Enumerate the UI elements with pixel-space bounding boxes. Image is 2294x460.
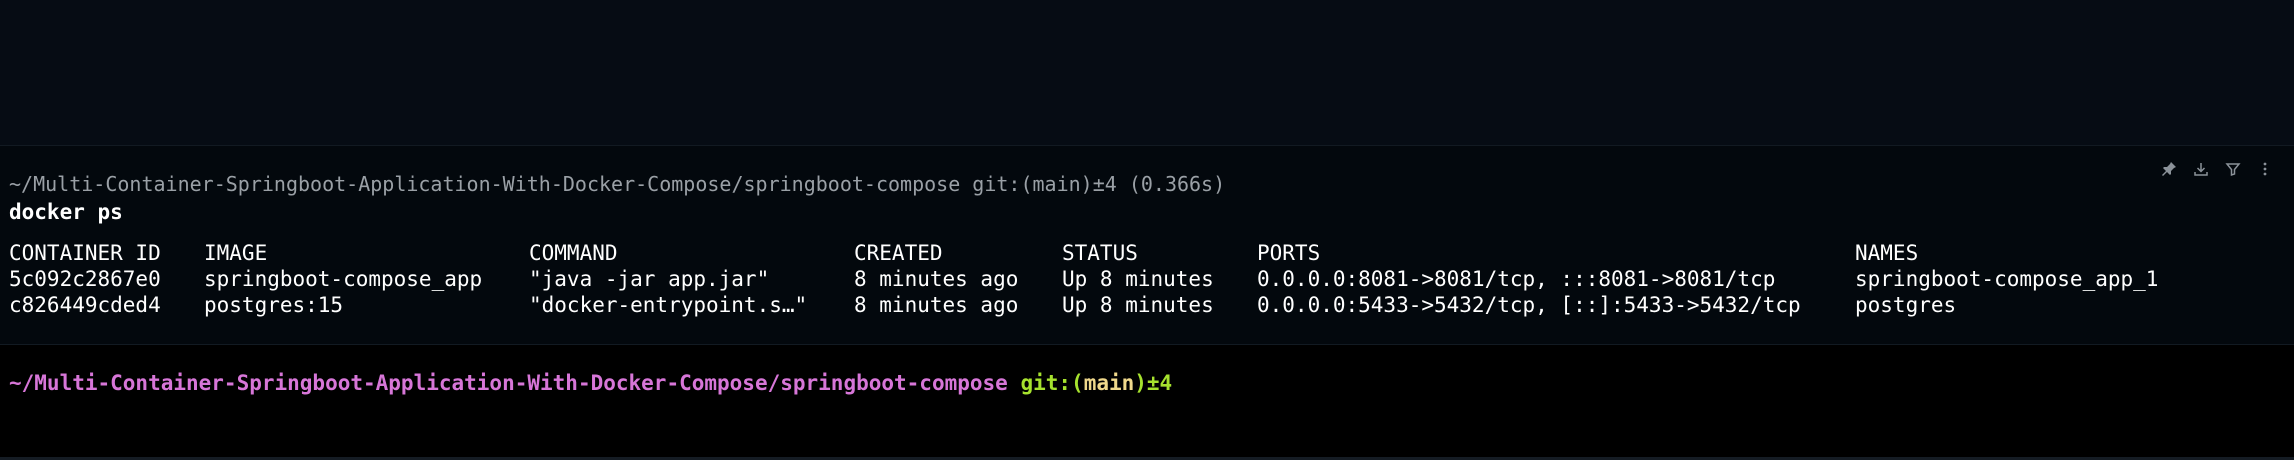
names: postgres — [1855, 293, 1957, 317]
pin-icon[interactable] — [2160, 160, 2178, 178]
ports: 0.0.0.0:8081->8081/tcp, :::8081->8081/tc… — [1257, 267, 1776, 291]
header-image: IMAGE — [204, 241, 268, 265]
block-toolbar — [2160, 160, 2274, 178]
table-row: 5c092c2867e0 springboot-compose_app "jav… — [9, 266, 2158, 292]
git-branch: main — [1083, 371, 1135, 395]
table-row: c826449cded4 postgres:15 "docker-entrypo… — [9, 292, 1956, 318]
header-container-id: CONTAINER ID — [9, 241, 161, 265]
container-id: 5c092c2867e0 — [9, 267, 161, 291]
prompt-path: ~/Multi-Container-Springboot-Application… — [9, 371, 1008, 395]
table-header: CONTAINER ID IMAGE COMMAND CREATED STATU… — [9, 240, 1918, 266]
status: Up 8 minutes — [1062, 267, 1214, 291]
header-ports: PORTS — [1257, 241, 1321, 265]
more-icon[interactable] — [2256, 160, 2274, 178]
ports: 0.0.0.0:5433->5432/tcp, [::]:5433->5432/… — [1257, 293, 1801, 317]
status: Up 8 minutes — [1062, 293, 1214, 317]
header-names: NAMES — [1855, 241, 1919, 265]
git-prefix: git:( — [1020, 371, 1084, 395]
header-command: COMMAND — [529, 241, 618, 265]
git-suffix: )±4 — [1134, 371, 1173, 395]
command: "docker-entrypoint.s…" — [529, 293, 808, 317]
terminal-empty-area — [0, 0, 2294, 146]
image: springboot-compose_app — [204, 267, 483, 291]
container-id: c826449cded4 — [9, 293, 161, 317]
docker-ps-output: CONTAINER ID IMAGE COMMAND CREATED STATU… — [9, 240, 2158, 318]
names: springboot-compose_app_1 — [1855, 267, 2159, 291]
header-status: STATUS — [1062, 241, 1138, 265]
command-text: docker ps — [9, 200, 123, 224]
created: 8 minutes ago — [854, 267, 1019, 291]
command-block[interactable]: ~/Multi-Container-Springboot-Application… — [0, 146, 2294, 345]
command: "java -jar app.jar" — [529, 267, 770, 291]
image: postgres:15 — [204, 293, 344, 317]
terminal-input-area[interactable]: ~/Multi-Container-Springboot-Application… — [0, 345, 2294, 460]
filter-icon[interactable] — [2224, 160, 2242, 178]
previous-prompt: ~/Multi-Container-Springboot-Application… — [9, 172, 1226, 196]
created: 8 minutes ago — [854, 293, 1019, 317]
download-icon[interactable] — [2192, 160, 2210, 178]
header-created: CREATED — [854, 241, 943, 265]
active-prompt: ~/Multi-Container-Springboot-Application… — [9, 371, 1172, 395]
